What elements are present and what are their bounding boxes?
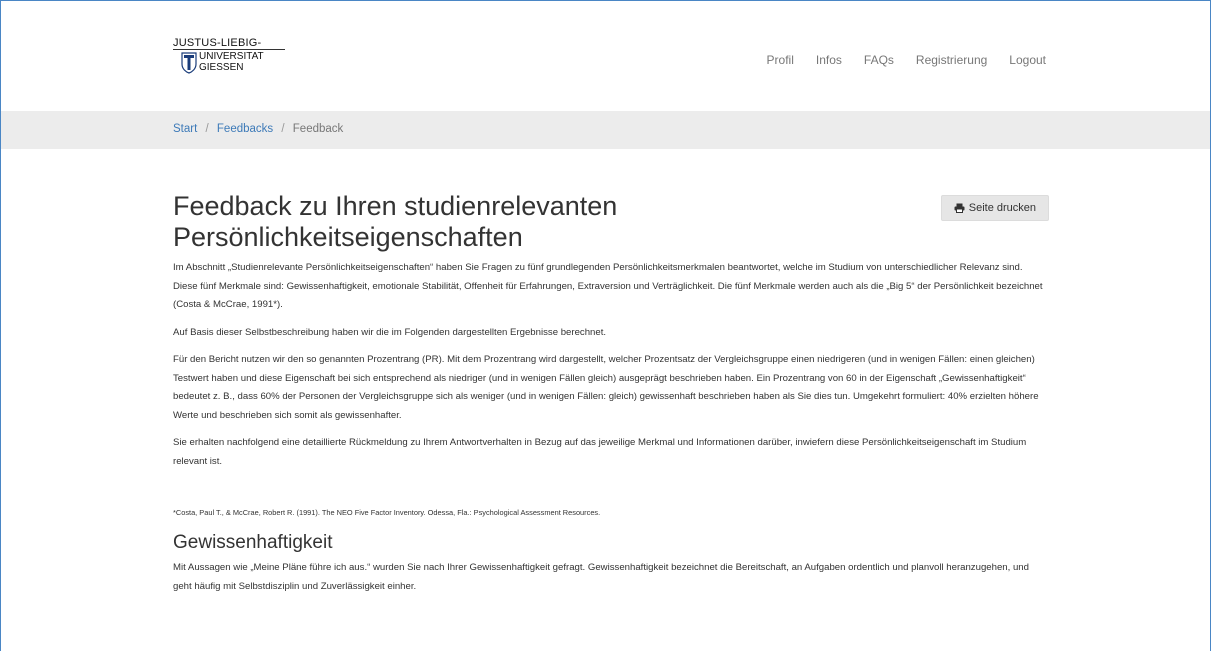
breadcrumb-feedbacks[interactable]: Feedbacks — [217, 123, 273, 135]
breadcrumb-separator: / — [281, 123, 285, 135]
logo-emblem-icon — [181, 52, 197, 74]
logo-text-giessen: GIESSEN — [199, 62, 244, 73]
prozentrang-paragraph: Für den Bericht nutzen wir den so genann… — [173, 354, 1039, 421]
logo-text-universitat: UNIVERSITAT — [199, 51, 264, 62]
print-button[interactable]: Seite drucken — [940, 195, 1049, 221]
site-header: JUSTUS-LIEBIG- UNIVERSITAT GIESSEN Profi… — [1, 1, 1210, 111]
nav-registrierung[interactable]: Registrierung — [916, 53, 987, 67]
page-title: Feedback zu Ihren studienrelevanten Pers… — [173, 191, 618, 252]
nav-profil[interactable]: Profil — [767, 53, 794, 67]
nav-logout[interactable]: Logout — [1009, 53, 1046, 67]
main-content: Feedback zu Ihren studienrelevanten Pers… — [173, 191, 1049, 596]
breadcrumb-bar: Start / Feedbacks / Feedback — [1, 111, 1210, 149]
breadcrumb-start[interactable]: Start — [173, 123, 197, 135]
breadcrumb-separator: / — [205, 123, 209, 135]
print-button-label: Seite drucken — [968, 202, 1036, 214]
breadcrumb-current: Feedback — [292, 123, 344, 135]
nav-faqs[interactable]: FAQs — [864, 53, 894, 67]
footnote-citation: *Costa, Paul T., & McCrae, Robert R. (19… — [173, 508, 601, 517]
intro-paragraph: Im Abschnitt „Studienrelevante Persönlic… — [173, 262, 1043, 310]
gewissenhaftigkeit-paragraph: Mit Aussagen wie „Meine Pläne führe ich … — [173, 562, 1029, 592]
basis-paragraph: Auf Basis dieser Selbstbeschreibung habe… — [173, 326, 607, 338]
university-logo[interactable]: JUSTUS-LIEBIG- UNIVERSITAT GIESSEN — [173, 37, 293, 87]
nav-infos[interactable]: Infos — [816, 53, 842, 67]
browser-viewport: JUSTUS-LIEBIG- UNIVERSITAT GIESSEN Profi… — [0, 0, 1211, 651]
logo-text-top: JUSTUS-LIEBIG- — [173, 37, 262, 49]
main-nav: Profil Infos FAQs Registrierung Logout — [745, 53, 1046, 67]
printer-icon — [954, 203, 965, 213]
logo-divider — [173, 49, 285, 50]
breadcrumb: Start / Feedbacks / Feedback — [173, 123, 343, 135]
rueckmeldung-paragraph: Sie erhalten nachfolgend eine detaillier… — [173, 437, 1027, 467]
section-title-gewissenhaftigkeit: Gewissenhaftigkeit — [173, 532, 333, 553]
